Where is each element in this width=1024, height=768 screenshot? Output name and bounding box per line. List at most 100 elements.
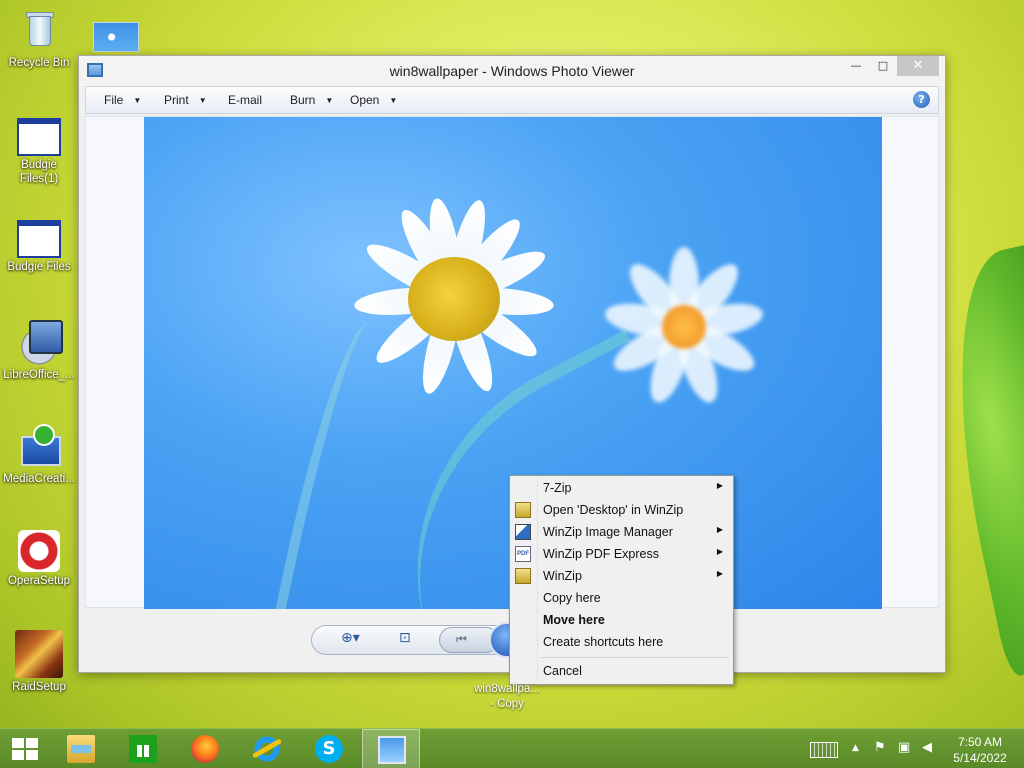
help-icon[interactable]: ? [913,91,930,108]
clock-date: 5/14/2022 [953,751,1007,765]
menu-item-label: WinZip Image Manager [543,525,673,539]
taskbar: S ▲ ⚑ ▣ ◀ 7:50 AM 5/14/2022 [0,728,1024,768]
drag-drop-context-menu: 7-Zip ▶ Open 'Desktop' in WinZip WinZip … [509,475,734,685]
menu-item-copy-here[interactable]: Copy here [510,587,733,609]
recycle-bin-icon [15,6,63,54]
desktop-icon-media-creation[interactable]: MediaCreati... [1,422,77,486]
volume-muted-icon[interactable]: ◀ [922,740,932,755]
menu-label: Burn [290,93,316,107]
pdf-icon: PDF [515,546,531,562]
taskbar-firefox[interactable] [176,729,234,768]
windows-logo-icon [12,750,24,760]
show-hidden-icons-icon[interactable]: ▲ [852,743,859,753]
desktop-icon-libreoffice[interactable]: LibreOffice_... [1,318,77,382]
menu-item-label: Move here [543,613,605,627]
window-title: win8wallpaper - Windows Photo Viewer [389,63,635,79]
dragged-file-label: win8wallpa... - Copy [466,682,548,712]
network-icon[interactable]: ▣ [898,740,910,755]
minimize-button[interactable]: — [842,56,870,76]
menu-item-winzip-pdf-express[interactable]: PDF WinZip PDF Express ▶ [510,543,733,565]
desktop-icon-label: RaidSetup [12,681,66,693]
menu-item-move-here[interactable]: Move here [510,609,733,631]
desktop-icon-label: OperaSetup [7,575,70,587]
submenu-arrow-icon: ▶ [716,525,723,534]
menu-item-cancel[interactable]: Cancel [510,660,733,682]
desktop-icon-label: MediaCreati... [3,473,75,485]
desktop-icon-recycle-bin[interactable]: Recycle Bin [1,6,77,70]
winzip-image-icon [515,524,531,540]
menu-burn[interactable]: Burn ▼ [290,93,333,107]
start-button[interactable] [12,738,38,760]
taskbar-skype[interactable]: S [300,729,358,768]
installer-cd-icon [15,318,63,366]
previous-icon: ⏮ [456,632,467,646]
taskbar-internet-explorer[interactable] [238,729,296,768]
submenu-arrow-icon: ▶ [716,481,723,490]
menu-label: File [104,93,124,107]
menu-label: Print [164,93,189,107]
menu-item-7zip[interactable]: 7-Zip ▶ [510,477,733,499]
image-file-thumbnail-icon[interactable] [93,22,139,52]
windows-logo-icon [12,738,24,748]
menu-label: E-mail [228,93,263,107]
winzip-icon [515,502,531,518]
desktop-icon-label: Budgie Files [7,261,71,273]
store-icon [129,735,157,763]
command-bar: File ▼ Print ▼ E-mail Burn ▼ Open ▼ ? [85,86,939,114]
taskbar-store[interactable] [114,729,172,768]
desktop-icon-budgie-files-1[interactable]: Budgie Files(1) [1,112,77,186]
desktop-icon-label: LibreOffice_... [3,369,75,381]
chevron-down-icon: ▼ [389,96,398,105]
desktop-icon-label: Budgie Files(1) [19,159,59,185]
folder-window-icon [17,118,61,156]
menu-item-label: Create shortcuts here [543,635,664,649]
file-explorer-icon [67,735,95,763]
submenu-arrow-icon: ▶ [716,547,723,556]
menu-item-label: Cancel [543,664,582,678]
menu-item-label: 7-Zip [543,481,572,495]
menu-item-label: WinZip PDF Express [543,547,659,561]
desktop-icon-opera-setup[interactable]: OperaSetup [1,526,77,588]
windows-logo-icon [26,738,38,748]
menu-item-create-shortcuts-here[interactable]: Create shortcuts here [510,631,733,653]
taskbar-photo-viewer[interactable] [362,729,420,768]
desktop-icon-raid-setup[interactable]: RaidSetup [1,630,77,694]
menu-open[interactable]: Open ▼ [350,93,397,107]
photo-flower-blurred [574,247,794,467]
photo-flower-daisy [344,196,564,427]
action-center-flag-icon[interactable]: ⚑ [874,740,886,755]
menu-print[interactable]: Print ▼ [164,93,207,107]
raid-game-icon [15,630,63,678]
menu-item-label: Copy here [543,591,601,605]
menu-email[interactable]: E-mail [228,93,262,107]
desktop-icon-budgie-files[interactable]: Budgie Files [1,214,77,274]
menu-item-label: WinZip [543,569,582,583]
window-titlebar[interactable]: win8wallpaper - Windows Photo Viewer — □… [79,56,945,86]
winzip-icon [515,568,531,584]
skype-icon: S [315,735,343,763]
menu-item-open-desktop-in-winzip[interactable]: Open 'Desktop' in WinZip [510,499,733,521]
internet-explorer-icon [253,735,281,763]
menu-separator [540,657,729,658]
taskbar-file-explorer[interactable] [52,729,110,768]
dragged-file-suffix: - Copy [490,698,524,710]
maximize-button[interactable]: □ [869,56,897,76]
actual-size-icon[interactable]: ⊡ [399,630,411,646]
chevron-down-icon: ▼ [198,96,207,105]
chevron-down-icon: ▼ [325,96,334,105]
close-button[interactable]: ✕ [897,56,939,76]
opera-icon [18,530,60,572]
menu-item-label: Open 'Desktop' in WinZip [543,503,684,517]
desktop-icon-label: Recycle Bin [8,57,70,69]
dragged-file-name: win8wallpa... [474,683,540,695]
zoom-icon[interactable]: ⊕▾ [341,630,360,646]
menu-label: Open [350,93,380,107]
menu-item-winzip[interactable]: WinZip ▶ [510,565,733,587]
windows-logo-icon [26,750,38,760]
media-creation-tool-icon [15,422,63,470]
menu-item-winzip-image-manager[interactable]: WinZip Image Manager ▶ [510,521,733,543]
touch-keyboard-icon[interactable] [810,742,838,758]
menu-file[interactable]: File ▼ [104,93,141,107]
photo-viewer-icon [378,736,406,764]
taskbar-clock[interactable]: 7:50 AM 5/14/2022 [944,734,1016,766]
